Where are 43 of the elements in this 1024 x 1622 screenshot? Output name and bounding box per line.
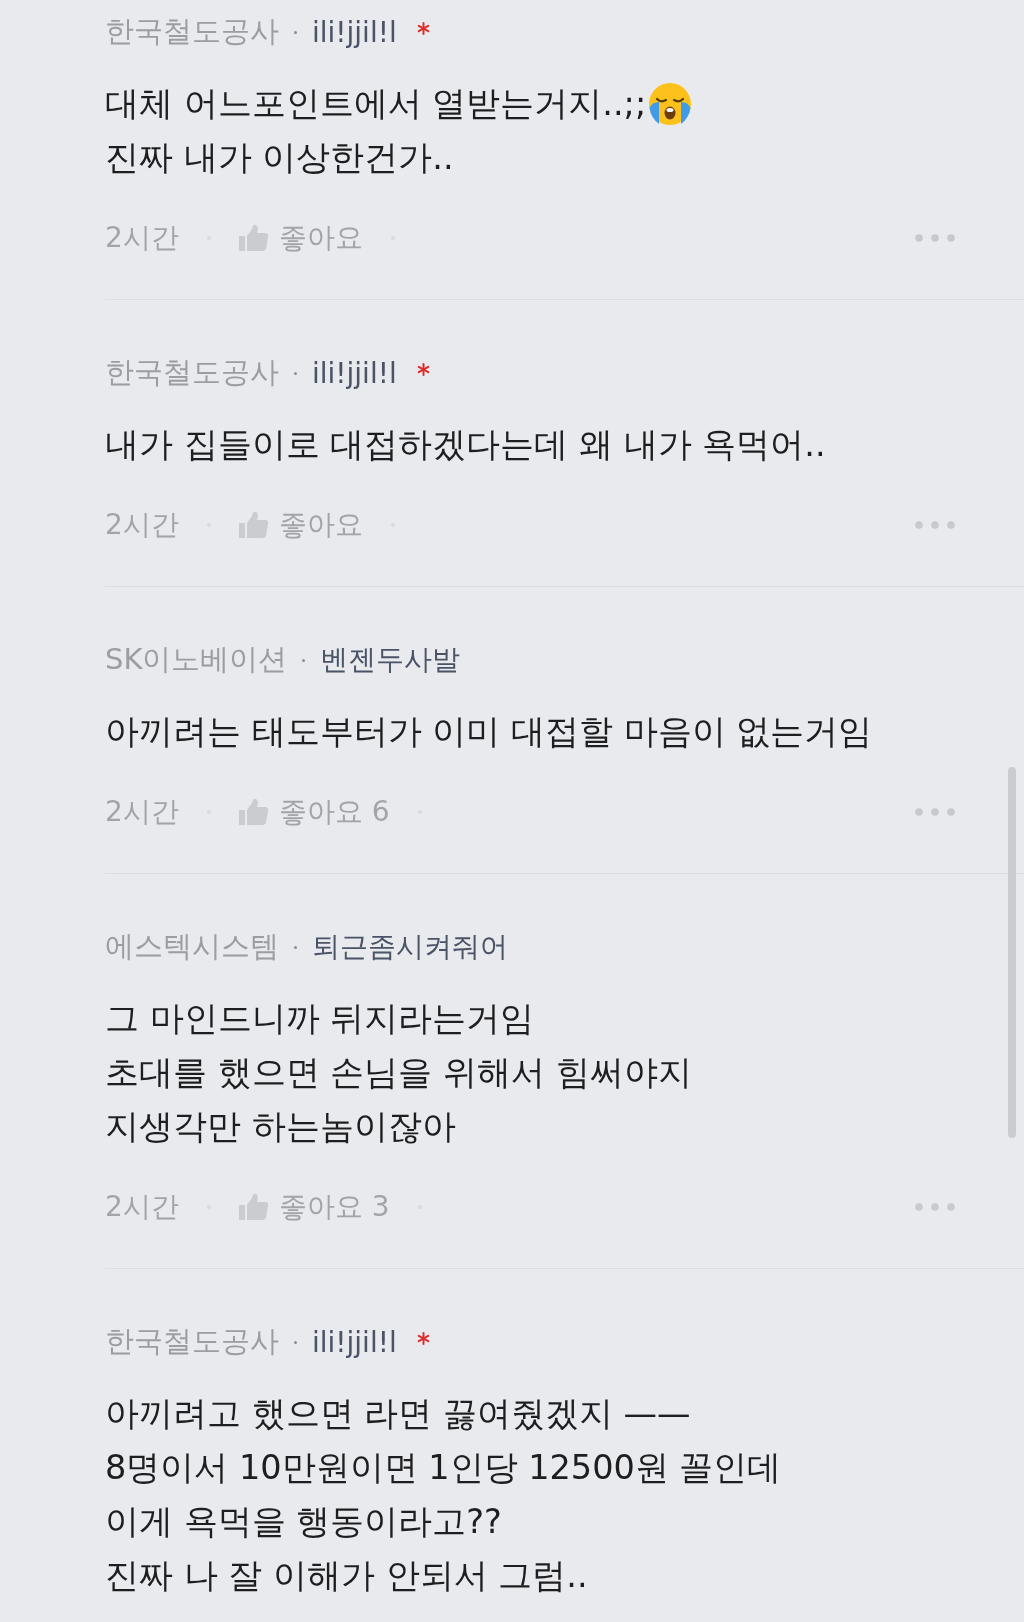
company-name: 한국철도공사 bbox=[105, 1323, 279, 1360]
separator-dot-icon bbox=[294, 945, 297, 949]
separator-dot-icon bbox=[294, 371, 297, 375]
separator-dot-icon bbox=[302, 658, 306, 662]
separator-dot-icon bbox=[294, 30, 297, 34]
nickname[interactable]: ili!jjil!l bbox=[312, 356, 397, 390]
comment-text: 이게 욕먹을 행동이라고?? bbox=[105, 1500, 502, 1543]
comment-text: 진짜 나 잘 이해가 안되서 그럼.. bbox=[105, 1554, 588, 1597]
more-button[interactable] bbox=[915, 521, 955, 529]
more-icon bbox=[915, 808, 955, 816]
comment-text: 대체 어느포인트에서 열받는거지..;; bbox=[105, 82, 647, 125]
comment-text: 그 마인드니까 뒤지라는거임 bbox=[105, 997, 535, 1040]
company-name: 한국철도공사 bbox=[105, 13, 279, 50]
scrollbar-thumb[interactable] bbox=[1008, 767, 1016, 1138]
more-button[interactable] bbox=[915, 808, 955, 816]
more-icon bbox=[915, 1203, 955, 1211]
thumbs-up-icon bbox=[238, 798, 269, 826]
company-name: SK이노베이션 bbox=[105, 641, 288, 678]
timestamp: 2시간 bbox=[105, 220, 179, 256]
comment-text: 8명이서 10만원이면 1인당 12500원 꼴인데 bbox=[105, 1446, 782, 1489]
timestamp: 2시간 bbox=[105, 507, 179, 543]
thumbs-up-icon bbox=[238, 1193, 269, 1221]
thumbs-up-icon bbox=[238, 224, 269, 252]
separator-dot-icon bbox=[294, 1340, 297, 1344]
comment-text: 아끼려는 태도부터가 이미 대접할 마음이 없는거임 bbox=[105, 710, 873, 753]
comment-text: 내가 집들이로 대접하겠다는데 왜 내가 욕먹어.. bbox=[105, 423, 826, 466]
nickname[interactable]: 벤젠두사발 bbox=[320, 641, 461, 679]
comment-text: 아끼려고 했으면 라면 끓여줬겠지 —— bbox=[105, 1392, 691, 1435]
more-icon bbox=[915, 234, 955, 242]
more-icon bbox=[915, 521, 955, 529]
nickname[interactable]: ili!jjil!l bbox=[312, 1325, 397, 1359]
more-button[interactable] bbox=[915, 234, 955, 242]
comment-text: 초대를 했으면 손님을 위해서 힘써야지 bbox=[105, 1051, 692, 1094]
timestamp: 2시간 bbox=[105, 794, 179, 830]
comment-text: 진짜 내가 이상한건가.. bbox=[105, 136, 454, 179]
nickname[interactable]: 퇴근좀시켜줘어 bbox=[312, 928, 508, 966]
company-name: 한국철도공사 bbox=[105, 354, 279, 391]
comment-text: 지생각만 하는놈이잖아 bbox=[105, 1105, 456, 1148]
thumbs-up-icon bbox=[238, 511, 269, 539]
more-button[interactable] bbox=[915, 1203, 955, 1211]
timestamp: 2시간 bbox=[105, 1189, 179, 1225]
nickname[interactable]: ili!jjil!l bbox=[312, 15, 397, 49]
company-name: 에스텍시스템 bbox=[105, 928, 279, 965]
